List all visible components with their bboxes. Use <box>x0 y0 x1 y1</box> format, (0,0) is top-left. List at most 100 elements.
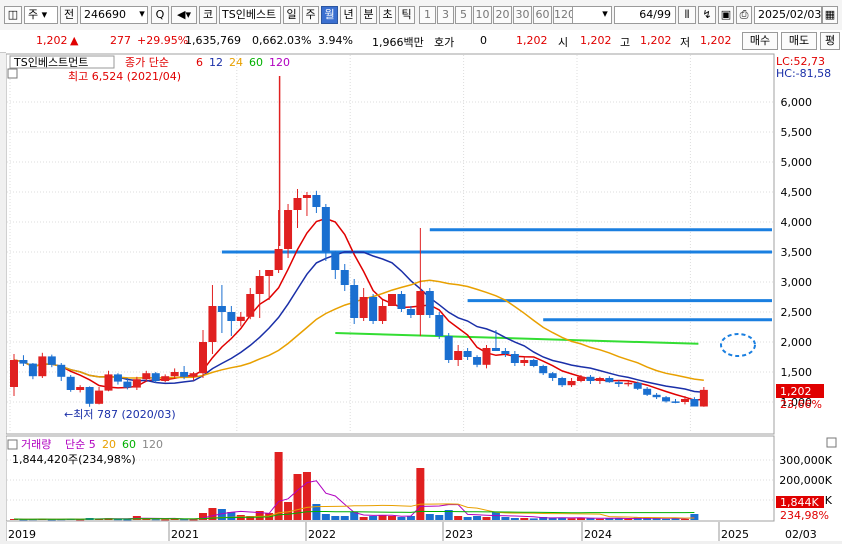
vma-period-20: 20 <box>102 438 116 451</box>
period-4[interactable]: 분 <box>360 6 377 24</box>
candle-body-53 <box>510 354 519 363</box>
print-icon[interactable]: ⎙ <box>736 6 752 24</box>
x-label-0: 2019 <box>8 528 36 541</box>
candle-body-38 <box>369 297 378 321</box>
volume-bar-38 <box>369 516 378 520</box>
volume-bar-12 <box>123 519 132 521</box>
candle-type-icon[interactable]: ⫴ <box>678 6 696 24</box>
eval-button[interactable]: 평 <box>820 32 840 50</box>
vy-tick-0: 300,000K <box>779 454 832 467</box>
trade-amount: 1,966백만 <box>372 36 424 49</box>
chart-svg[interactable]: 6,000 5,500 5,000 4,500 4,000 3,500 3,000 2,500… <box>5 52 842 541</box>
ko-button[interactable]: 코 <box>199 6 217 24</box>
period-2[interactable]: 월 <box>321 6 338 24</box>
price-y-axis: 6,000 5,500 5,000 4,500 4,000 3,500 3,000 2,500… <box>781 96 813 409</box>
volume-current-text: 1,844K <box>780 496 819 509</box>
date-field[interactable]: 2025/02/03 <box>754 6 822 24</box>
period-5[interactable]: 초 <box>379 6 396 24</box>
x-label-3: 2023 <box>445 528 473 541</box>
volume-bar-52 <box>501 517 510 520</box>
x-label-1: 2021 <box>171 528 199 541</box>
interval-dropdown-icon[interactable]: ▾ <box>598 6 612 24</box>
period-0[interactable]: 일 <box>283 6 300 24</box>
candle-body-58 <box>558 378 567 386</box>
candle-body-33 <box>321 207 330 252</box>
sell-button[interactable]: 매도 <box>781 32 817 50</box>
candle-body-55 <box>529 360 538 366</box>
y-tick-2: 5,000 <box>781 156 813 169</box>
volume-bar-44 <box>425 514 434 520</box>
y-tick-4: 4,000 <box>781 216 813 229</box>
code-value: 246690 <box>84 8 126 21</box>
chart-area[interactable]: 6,000 5,500 5,000 4,500 4,000 3,500 3,000 2,500… <box>5 52 842 541</box>
volume-bar-53 <box>510 518 519 520</box>
search-icon[interactable]: Q <box>151 6 169 24</box>
candle-body-5 <box>57 364 66 377</box>
candle-body-40 <box>388 294 396 306</box>
y-tick-7: 2,500 <box>781 306 813 319</box>
volume-bar-62 <box>595 518 604 520</box>
high-note: 최고 6,524 (2021/04) <box>68 70 181 83</box>
count-value: 64 <box>639 8 654 21</box>
volume-toggle-icon[interactable] <box>7 439 18 450</box>
candle-body-54 <box>520 360 529 363</box>
volume-bar-35 <box>340 516 349 520</box>
count-field[interactable]: 64/99 <box>614 6 676 24</box>
volume-bar-41 <box>397 517 406 520</box>
vy-tick-1: 200,000K <box>779 474 832 487</box>
period-1[interactable]: 주 <box>302 6 319 24</box>
interval-1[interactable]: 1 <box>419 6 436 24</box>
layout-icon[interactable]: ◫ <box>4 6 22 24</box>
candle-body-36 <box>350 285 359 318</box>
volume-bar-69 <box>662 518 671 520</box>
current-price: 1,202 <box>36 34 68 47</box>
top-toolbar: ◫ 주 ▾ 전 246690 ▾ Q ◀▾ 코 TS인베스트 일주월년분초틱 1… <box>0 0 842 31</box>
calendar-icon[interactable]: ▦ <box>822 6 838 24</box>
candle-body-23 <box>227 312 236 321</box>
candle-body-70 <box>671 401 680 403</box>
volume-current-pct: 234,98% <box>780 509 829 522</box>
volume-bar-54 <box>520 518 529 520</box>
indicator-icon[interactable]: ↯ <box>698 6 716 24</box>
interval-30[interactable]: 30 <box>513 6 532 24</box>
candle-body-25 <box>246 294 255 317</box>
market-select[interactable]: 주 ▾ <box>24 6 58 24</box>
candle-body-18 <box>180 372 189 377</box>
volume-bar-47 <box>454 516 463 520</box>
period-3[interactable]: 년 <box>340 6 357 24</box>
candle-body-68 <box>652 394 661 398</box>
candle-body-3 <box>38 356 47 377</box>
vma-period-120: 120 <box>142 438 163 451</box>
candle-body-60 <box>577 376 585 381</box>
candle-body-28 <box>274 249 283 270</box>
period-6[interactable]: 틱 <box>398 6 415 24</box>
buy-button[interactable]: 매수 <box>742 32 778 50</box>
candle-body-11 <box>113 374 122 382</box>
prefix-button[interactable]: 전 <box>60 6 78 24</box>
candle-body-17 <box>170 372 179 377</box>
stock-name-field[interactable]: TS인베스트 <box>219 6 281 24</box>
turnover-pct: 3.94% <box>318 34 353 47</box>
interval-20[interactable]: 20 <box>493 6 512 24</box>
volume-bar-50 <box>482 517 491 520</box>
x-label-5: 2025 <box>721 528 749 541</box>
open-label: 시 <box>558 36 569 49</box>
candle-body-71 <box>680 399 689 402</box>
candle-body-67 <box>643 388 652 395</box>
price-2: 1,202 <box>516 34 548 47</box>
candle-body-35 <box>340 270 349 285</box>
ma-period-6: 6 <box>196 56 203 69</box>
panel-toggle-icon[interactable] <box>7 68 18 79</box>
candle-body-39 <box>378 306 387 321</box>
interval-5[interactable]: 5 <box>455 6 472 24</box>
volume-value: 1,635,769 <box>185 34 241 47</box>
volume-bar-31 <box>302 472 311 520</box>
code-dropdown-icon[interactable]: ▾ <box>135 6 149 24</box>
save-icon[interactable]: ▣ <box>718 6 734 24</box>
candle-body-52 <box>501 351 510 354</box>
interval-60[interactable]: 60 <box>533 6 552 24</box>
volume-collapse-icon[interactable] <box>826 437 837 448</box>
interval-10[interactable]: 10 <box>473 6 492 24</box>
interval-3[interactable]: 3 <box>437 6 454 24</box>
sound-icon[interactable]: ◀▾ <box>171 6 197 24</box>
